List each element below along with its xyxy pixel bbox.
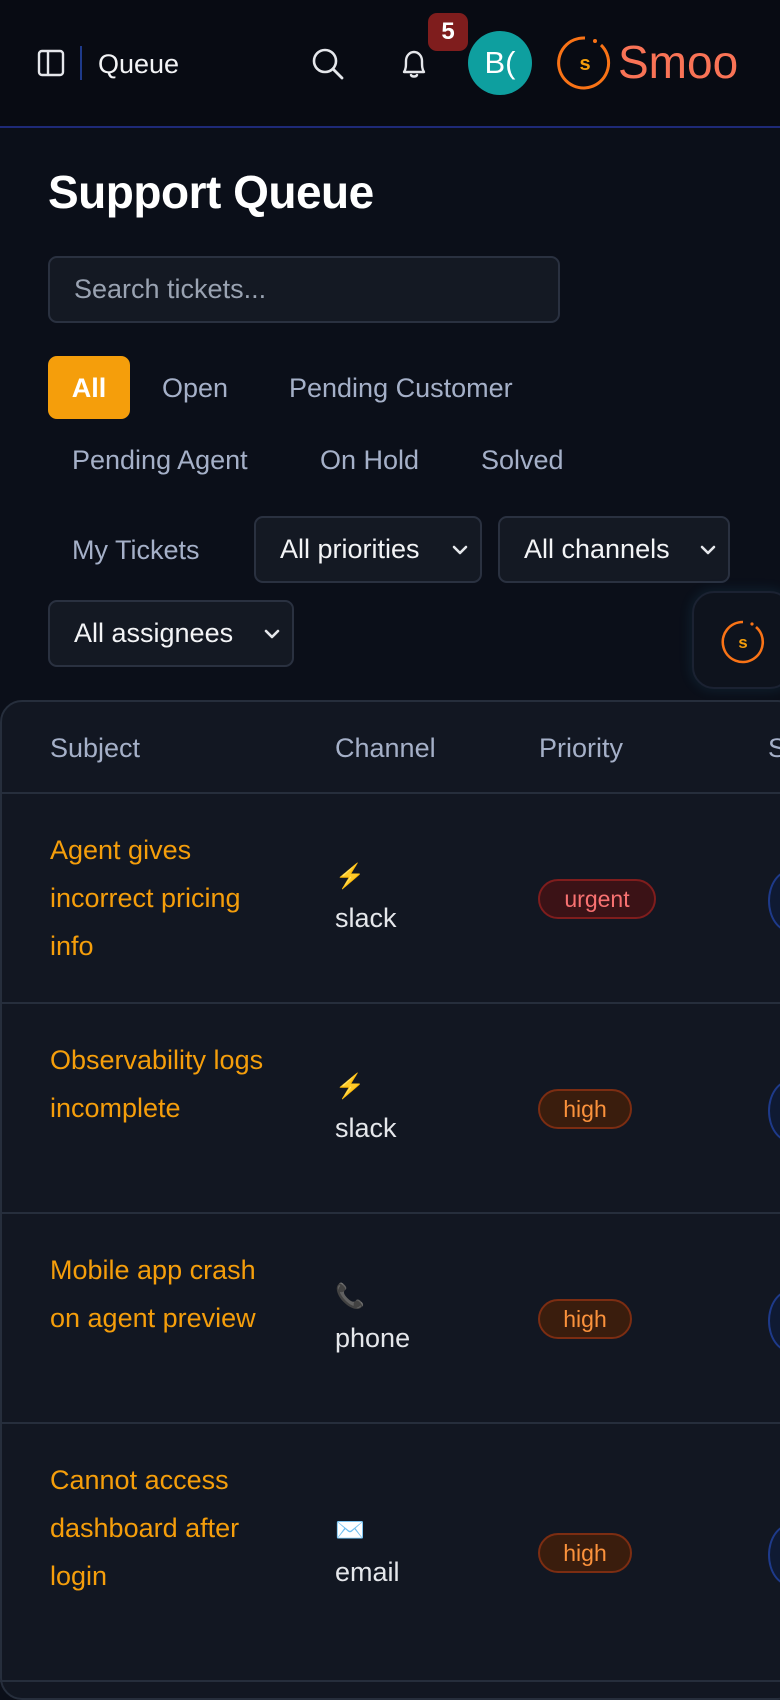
assistant-launcher-button[interactable]: s bbox=[692, 591, 780, 689]
chevron-down-icon bbox=[700, 545, 716, 555]
phone-icon: 📞 bbox=[335, 1283, 365, 1310]
topbar-title: Queue bbox=[98, 49, 180, 79]
row-divider bbox=[0, 1422, 780, 1424]
assignee-filter-value: All assignees bbox=[74, 618, 234, 648]
tab-pending-customer[interactable]: Pending Customer bbox=[289, 370, 513, 406]
column-header-priority[interactable]: Priority bbox=[539, 730, 623, 766]
bell-icon[interactable] bbox=[396, 46, 432, 82]
priority-badge: high bbox=[538, 1089, 632, 1129]
chevron-down-icon bbox=[452, 545, 468, 555]
channel-filter-select[interactable]: All channels bbox=[498, 516, 730, 583]
priority-filter-value: All priorities bbox=[280, 534, 420, 564]
lightning-icon: ⚡ bbox=[335, 1073, 365, 1100]
channel-label: phone bbox=[335, 1323, 411, 1353]
search-tickets-input[interactable] bbox=[48, 256, 560, 323]
lightning-icon: ⚡ bbox=[335, 863, 365, 890]
column-header-subject[interactable]: Subject bbox=[50, 730, 140, 766]
priority-filter-select[interactable]: All priorities bbox=[254, 516, 482, 583]
channel-label: email bbox=[335, 1557, 400, 1587]
row-divider bbox=[0, 1002, 780, 1004]
sidebar-toggle-icon[interactable] bbox=[37, 49, 65, 77]
priority-badge: urgent bbox=[538, 879, 656, 919]
logo-icon: s bbox=[555, 33, 615, 93]
ticket-subject-link[interactable]: Observability logs incomplete bbox=[50, 1036, 290, 1132]
notification-badge: 5 bbox=[428, 13, 468, 51]
page-title: Support Queue bbox=[48, 166, 374, 218]
logo-letter: s bbox=[579, 53, 590, 75]
channel-filter-value: All channels bbox=[524, 534, 670, 564]
channel-label: slack bbox=[335, 903, 397, 933]
header-divider bbox=[0, 792, 780, 794]
priority-badge: high bbox=[538, 1533, 632, 1573]
tab-my-tickets[interactable]: My Tickets bbox=[72, 532, 200, 568]
channel-label: slack bbox=[335, 1113, 397, 1143]
tab-solved[interactable]: Solved bbox=[481, 442, 564, 478]
tab-on-hold[interactable]: On Hold bbox=[320, 442, 419, 478]
tab-all[interactable]: All bbox=[48, 356, 130, 419]
ticket-subject-link[interactable]: Mobile app crash on agent preview bbox=[50, 1246, 290, 1342]
row-divider bbox=[0, 1680, 780, 1682]
assistant-logo-icon: s bbox=[721, 620, 765, 664]
user-avatar[interactable]: B( bbox=[468, 31, 532, 95]
topbar-divider bbox=[80, 46, 82, 80]
ticket-subject-link[interactable]: Agent gives incorrect pricing info bbox=[50, 826, 290, 970]
column-header-status[interactable]: S bbox=[768, 730, 780, 766]
assignee-filter-select[interactable]: All assignees bbox=[48, 600, 294, 667]
logo-text[interactable]: Smoo bbox=[618, 34, 738, 90]
tab-open[interactable]: Open bbox=[162, 370, 228, 406]
assistant-logo-letter: s bbox=[738, 633, 747, 652]
ticket-subject-link[interactable]: Cannot access dashboard after login bbox=[50, 1456, 290, 1600]
row-divider bbox=[0, 1212, 780, 1214]
email-icon: ✉️ bbox=[335, 1517, 365, 1544]
tab-pending-agent[interactable]: Pending Agent bbox=[72, 442, 248, 478]
search-icon[interactable] bbox=[310, 46, 346, 82]
column-header-channel[interactable]: Channel bbox=[335, 730, 436, 766]
chevron-down-icon bbox=[264, 629, 280, 639]
priority-badge: high bbox=[538, 1299, 632, 1339]
